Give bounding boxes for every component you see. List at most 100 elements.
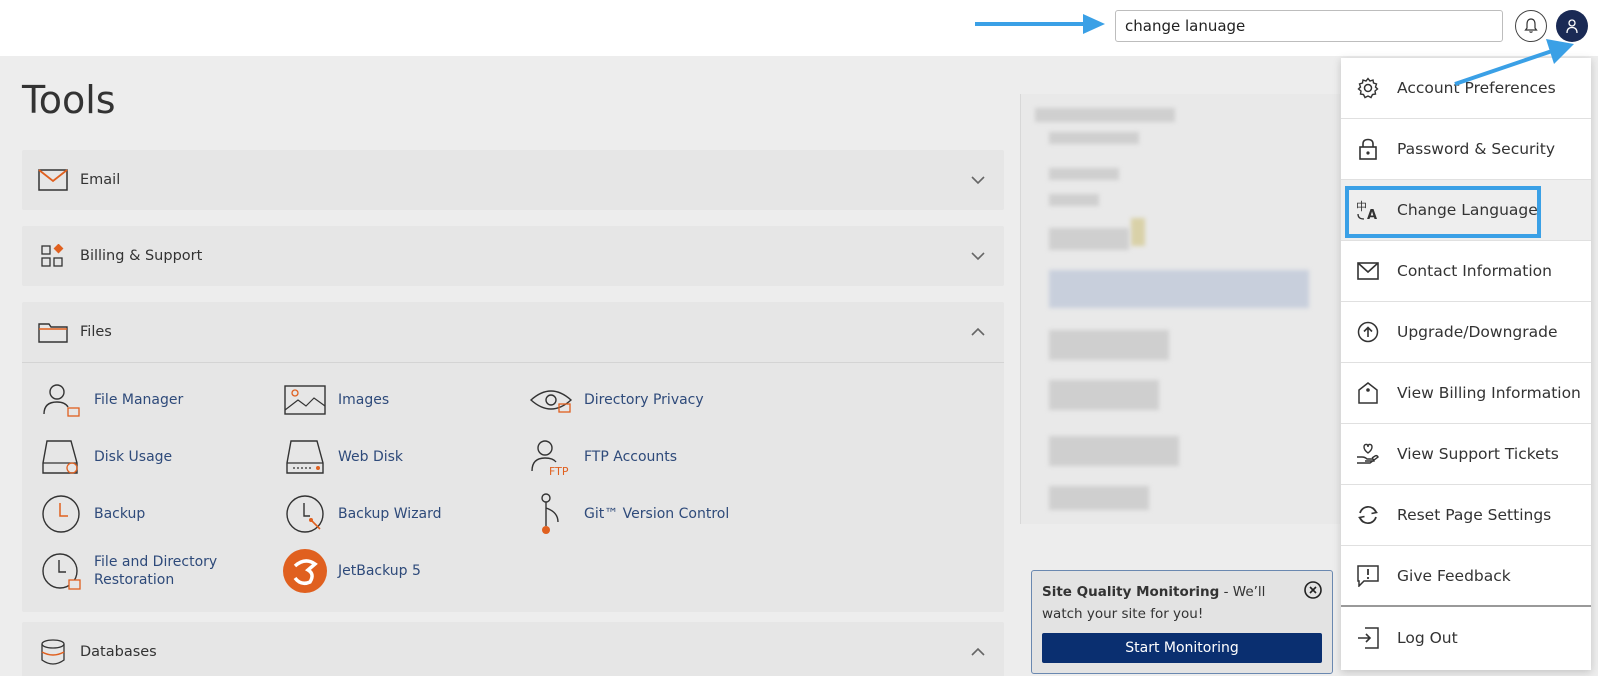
- tool-label: FTP Accounts: [584, 449, 678, 465]
- menu-item-log-out[interactable]: Log Out: [1341, 607, 1591, 668]
- svg-text:FTP: FTP: [549, 465, 569, 477]
- database-icon: [38, 639, 68, 665]
- blurred-content: [1035, 108, 1175, 122]
- general-info-panel: [1020, 94, 1340, 524]
- annotation-highlight-box: [1345, 186, 1541, 238]
- files-section: Files File Manager Images Directory Priv…: [22, 302, 1004, 612]
- backup-wizard-icon: [282, 491, 328, 537]
- menu-item-contact-information[interactable]: Contact Information: [1341, 241, 1591, 302]
- annotation-arrow-icon: [1454, 39, 1574, 86]
- menu-item-label: Upgrade/Downgrade: [1397, 323, 1558, 341]
- tool-label: Web Disk: [338, 449, 404, 465]
- git-branch-icon: [528, 491, 574, 537]
- site-quality-card: Site Quality Monitoring - We’ll watch yo…: [1031, 570, 1333, 674]
- blurred-content: [1049, 228, 1129, 250]
- blurred-content: [1049, 486, 1149, 510]
- disk-usage-icon: [38, 434, 84, 480]
- blurred-content: [1049, 270, 1309, 308]
- files-section-label: Files: [80, 324, 112, 340]
- tool-label: File and Directory Restoration: [94, 554, 218, 588]
- reset-icon: [1355, 502, 1381, 528]
- tool-label: Git™ Version Control: [584, 506, 730, 522]
- annotation-arrow-icon: [975, 14, 1105, 34]
- tool-ftp-accounts[interactable]: FTP FTP Accounts: [528, 434, 677, 480]
- envelope-icon: [1355, 258, 1381, 284]
- restore-clock-icon: [38, 548, 84, 594]
- menu-item-label: Log Out: [1397, 628, 1458, 647]
- logout-icon: [1355, 625, 1381, 651]
- tool-file-directory-restoration[interactable]: File and Directory Restoration: [38, 548, 234, 594]
- search-input[interactable]: [1115, 10, 1503, 42]
- site-quality-title: Site Quality Monitoring: [1042, 584, 1220, 600]
- tool-label: Backup: [94, 506, 146, 522]
- chevron-down-icon[interactable]: [970, 248, 986, 264]
- close-icon[interactable]: [1304, 581, 1322, 599]
- blurred-content: [1049, 436, 1179, 466]
- folder-icon: [38, 319, 68, 345]
- eye-icon: [528, 377, 574, 423]
- databases-section[interactable]: Databases: [22, 622, 1004, 676]
- blurred-content: [1049, 132, 1139, 144]
- chevron-up-icon[interactable]: [970, 324, 986, 340]
- tool-images[interactable]: Images: [282, 377, 389, 423]
- billing-section-label: Billing & Support: [80, 248, 203, 264]
- tool-label: Directory Privacy: [584, 392, 704, 408]
- billing-section-header[interactable]: Billing & Support: [22, 226, 1004, 286]
- tool-label: Disk Usage: [94, 449, 173, 465]
- top-bar: [0, 0, 1598, 56]
- tool-web-disk[interactable]: Web Disk: [282, 434, 403, 480]
- site-quality-text: Site Quality Monitoring - We’ll watch yo…: [1042, 581, 1292, 625]
- upgrade-icon: [1355, 319, 1381, 345]
- start-monitoring-button[interactable]: Start Monitoring: [1042, 633, 1322, 663]
- menu-item-label: View Billing Information: [1397, 384, 1581, 402]
- tool-directory-privacy[interactable]: Directory Privacy: [528, 377, 704, 423]
- tool-label: JetBackup 5: [338, 563, 421, 579]
- menu-item-reset-page-settings[interactable]: Reset Page Settings: [1341, 485, 1591, 546]
- billing-grid-icon: [38, 243, 68, 269]
- menu-item-label: Contact Information: [1397, 262, 1552, 280]
- tool-file-manager[interactable]: File Manager: [38, 377, 183, 423]
- chevron-up-icon[interactable]: [970, 644, 986, 660]
- databases-section-header[interactable]: Databases: [22, 622, 1004, 676]
- ftp-user-icon: FTP: [528, 434, 574, 480]
- tool-backup-wizard[interactable]: Backup Wizard: [282, 491, 442, 537]
- menu-item-label: Give Feedback: [1397, 566, 1511, 585]
- file-manager-icon: [38, 377, 84, 423]
- feedback-icon: [1355, 563, 1381, 589]
- user-dropdown-menu: Account Preferences Password & Security …: [1341, 58, 1591, 670]
- email-section-label: Email: [80, 172, 121, 188]
- tool-backup[interactable]: Backup: [38, 491, 145, 537]
- image-icon: [282, 377, 328, 423]
- page-title: Tools: [22, 78, 116, 122]
- menu-item-password-security[interactable]: Password & Security: [1341, 119, 1591, 180]
- menu-item-label: View Support Tickets: [1397, 445, 1559, 463]
- tool-label: Backup Wizard: [338, 506, 442, 522]
- support-hand-icon: [1355, 441, 1381, 467]
- tool-label: Images: [338, 392, 390, 408]
- blurred-content: [1049, 380, 1159, 410]
- blurred-content: [1049, 194, 1099, 206]
- tool-git-version-control[interactable]: Git™ Version Control: [528, 491, 729, 537]
- files-section-header[interactable]: Files: [22, 302, 1004, 362]
- tool-disk-usage[interactable]: Disk Usage: [38, 434, 172, 480]
- gear-icon: [1355, 75, 1381, 101]
- web-disk-icon: [282, 434, 328, 480]
- billing-section[interactable]: Billing & Support: [22, 226, 1004, 286]
- menu-item-label: Password & Security: [1397, 140, 1555, 158]
- menu-item-view-support-tickets[interactable]: View Support Tickets: [1341, 424, 1591, 485]
- email-section[interactable]: Email: [22, 150, 1004, 210]
- email-section-header[interactable]: Email: [22, 150, 1004, 210]
- chevron-down-icon[interactable]: [970, 172, 986, 188]
- menu-item-upgrade-downgrade[interactable]: Upgrade/Downgrade: [1341, 302, 1591, 363]
- menu-item-view-billing-information[interactable]: View Billing Information: [1341, 363, 1591, 424]
- blurred-content: [1131, 218, 1145, 246]
- tool-label: File Manager: [94, 392, 184, 408]
- jetbackup-logo-icon: [282, 548, 328, 594]
- backup-clock-icon: [38, 491, 84, 537]
- bell-icon: [1524, 18, 1538, 33]
- menu-item-give-feedback[interactable]: Give Feedback: [1341, 546, 1591, 607]
- databases-section-label: Databases: [80, 644, 157, 660]
- tool-jetbackup[interactable]: JetBackup 5: [282, 548, 421, 594]
- blurred-content: [1049, 330, 1169, 360]
- envelope-icon: [38, 167, 68, 193]
